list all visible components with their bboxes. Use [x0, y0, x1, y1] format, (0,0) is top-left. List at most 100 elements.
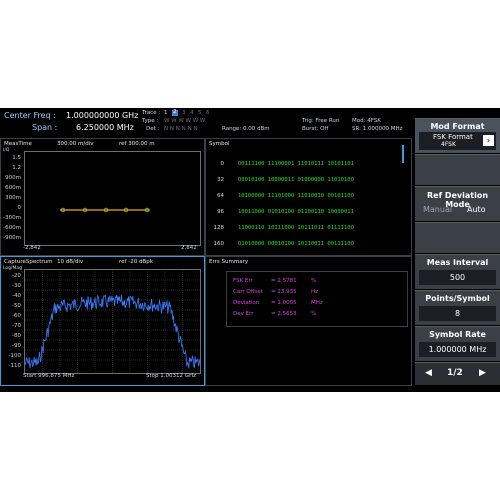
meastime-x-end: 2.842 — [181, 245, 197, 251]
symbol-index: 0 — [220, 161, 225, 167]
trace-2[interactable]: 2 — [172, 109, 178, 116]
capture-y-label: -110 — [8, 363, 21, 369]
meastime-y-label: 0 — [17, 205, 22, 211]
capture-y-label: -90 — [12, 343, 21, 349]
meastime-y-label: 900m — [5, 175, 21, 181]
capture-start: Start 996.875 MHz — [23, 373, 75, 379]
meastime-y-label: -900m — [3, 235, 21, 241]
symbol-index: 128 — [213, 225, 225, 231]
symbol-row: 01010000 00010100 10110011 00111100 — [238, 241, 354, 247]
symbol-index: 96 — [217, 209, 224, 215]
capture-y-label: -70 — [12, 323, 21, 329]
span-value[interactable]: 6.250000 MHz — [76, 124, 134, 132]
meastime-div: 300.00 m/div — [57, 141, 94, 147]
symbol-scrollbar[interactable] — [402, 145, 404, 163]
errs-value: = 2.5781 — [271, 278, 297, 284]
meastime-y-label: 1.2 — [12, 165, 21, 171]
trace-1[interactable]: 1 — [164, 110, 168, 117]
errs-value: = 2.5653 — [271, 311, 297, 317]
symbol-index: 32 — [217, 177, 224, 183]
errs-unit: Hz — [311, 289, 319, 295]
errs-title: Errs Summary — [209, 259, 249, 265]
errs-unit: % — [311, 278, 317, 284]
errs-value: = 23.935 — [271, 289, 297, 295]
capture-y-unit: Log/Mag — [3, 266, 23, 271]
type-label: Type : — [142, 118, 159, 124]
next-page-icon[interactable]: ▶ — [479, 369, 486, 378]
ref-deviation-softkey[interactable]: Ref Deviation Mode Manual Auto — [415, 186, 500, 221]
page-indicator: 1/2 — [447, 368, 463, 378]
meastime-ref: ref 300.00 m — [119, 141, 155, 147]
mod-format-softkey[interactable]: Mod Format FSK Format 4FSK › — [415, 118, 500, 153]
symbol-panel[interactable]: Symbol 0 32 64 96 128 160 00111100 11100… — [205, 138, 412, 256]
capture-ref: ref -20 dBpk — [119, 259, 153, 265]
capture-y-label: -100 — [8, 353, 21, 359]
meas-interval-value[interactable]: 500 — [419, 270, 496, 285]
errs-value: = 1.0005 — [271, 300, 297, 306]
trace-5[interactable]: 5 — [198, 110, 202, 117]
meastime-y-unit: I/Q — [3, 148, 10, 153]
capture-y-label: -30 — [12, 283, 21, 289]
meastime-y-label: 600m — [5, 185, 21, 191]
ref-deviation-manual[interactable]: Manual — [423, 206, 452, 214]
capture-title: CaptureSpectrum — [4, 259, 53, 265]
meastime-y-label: 1.5 — [12, 155, 21, 161]
det-label: Det : — [146, 126, 160, 132]
meas-interval-title: Meas Interval — [426, 258, 489, 267]
errs-name: Carr Offset — [233, 289, 263, 295]
symbol-title: Symbol — [209, 141, 230, 147]
errs-unit: MHz — [311, 300, 323, 306]
symbol-index: 160 — [213, 241, 225, 247]
trace-4[interactable]: 4 — [190, 110, 194, 117]
det-values: N N N N N N — [164, 126, 198, 132]
points-per-symbol-value[interactable]: 8 — [419, 306, 496, 321]
trace-3[interactable]: 3 — [182, 110, 186, 117]
symbol-row: 00010100 10000011 01000000 11010100 — [238, 177, 354, 183]
trace-6[interactable]: 6 — [206, 110, 210, 117]
symbol-row: 10100000 11101000 11010010 00101100 — [238, 193, 354, 199]
burst-text: Burst: Off — [302, 126, 329, 132]
empty-softkey[interactable] — [415, 222, 500, 253]
ref-deviation-auto[interactable]: Auto — [467, 206, 486, 214]
page-navigator: ◀ 1/2 ▶ — [415, 362, 500, 385]
errs-summary-panel[interactable]: Errs Summary FSK Err = 2.5781 % Carr Off… — [205, 256, 412, 386]
range-text: Range: 0.00 dBm — [222, 126, 270, 132]
capture-stop: Stop 1.00312 GHz — [146, 373, 197, 379]
meastime-y-label: -600m — [3, 225, 21, 231]
symbol-row: 11000110 10111000 10111011 01111100 — [238, 225, 354, 231]
symbol-rate-softkey[interactable]: Symbol Rate 1.000000 MHz — [415, 326, 500, 361]
meastime-plot — [24, 151, 201, 246]
points-per-symbol-title: Points/Symbol — [425, 294, 490, 303]
span-label: Span : — [32, 123, 58, 132]
spectrum-graph — [24, 270, 201, 373]
symbol-rate-value[interactable]: 1.000000 MHz — [419, 342, 496, 357]
sr-text: SR: 1.000000 MHz — [352, 126, 403, 132]
type-values: W W W W W W — [164, 118, 206, 124]
symbol-index: 64 — [217, 193, 224, 199]
analyzer-screen: Center Freq : 1.000000000 GHz Span : 6.2… — [0, 108, 500, 392]
mod-format-title: Mod Format — [430, 122, 485, 131]
capture-y-label: -20 — [12, 273, 21, 279]
capture-y-label: -40 — [12, 293, 21, 299]
errs-unit: % — [311, 311, 317, 317]
meastime-y-label: 300m — [5, 195, 21, 201]
prev-page-icon[interactable]: ◀ — [425, 369, 432, 378]
empty-softkey[interactable] — [415, 154, 500, 185]
meastime-panel[interactable]: MeasTime 300.00 m/div ref 300.00 m I/Q 1… — [0, 138, 205, 256]
points-per-symbol-softkey[interactable]: Points/Symbol 8 — [415, 290, 500, 325]
errs-table: FSK Err = 2.5781 % Carr Offset = 23.935 … — [226, 271, 408, 327]
trace-label: Trace : — [142, 110, 161, 116]
errs-name: Deviation — [233, 300, 260, 306]
errs-name: FSK Err — [233, 278, 253, 284]
fsk-format-button[interactable]: FSK Format 4FSK › — [419, 132, 496, 150]
eye-diagram — [60, 207, 150, 213]
meas-interval-softkey[interactable]: Meas Interval 500 — [415, 254, 500, 289]
mod-text: Mod: 4FSK — [352, 118, 381, 124]
meastime-y-label: -300m — [3, 215, 21, 221]
capture-spectrum-panel[interactable]: CaptureSpectrum 10 dB/div ref -20 dBpk L… — [0, 256, 205, 386]
center-freq-label: Center Freq : — [4, 111, 56, 120]
errs-name: Dev Err — [233, 311, 254, 317]
center-freq-value[interactable]: 1.000000000 GHz — [66, 112, 138, 120]
chevron-right-icon[interactable]: › — [483, 135, 494, 146]
capture-y-label: -50 — [12, 303, 21, 309]
